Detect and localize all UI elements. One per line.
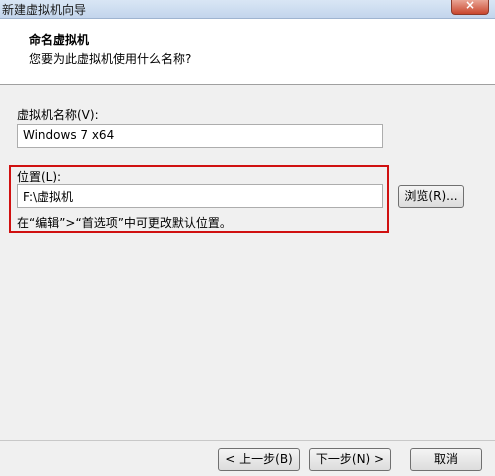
location-input[interactable]: F:\虚拟机 xyxy=(17,184,383,208)
next-button[interactable]: 下一步(N) > xyxy=(309,448,391,471)
close-icon: × xyxy=(464,0,476,12)
vm-name-input[interactable]: Windows 7 x64 xyxy=(17,124,383,148)
back-button[interactable]: < 上一步(B) xyxy=(218,448,300,471)
vm-name-label: 虚拟机名称(V): xyxy=(17,108,99,122)
location-hint: 在“编辑”>“首选项”中可更改默认位置。 xyxy=(17,216,232,230)
cancel-button[interactable]: 取消 xyxy=(410,448,482,471)
wizard-header: 命名虚拟机 您要为此虚拟机使用什么名称? xyxy=(0,19,495,85)
close-button[interactable]: × xyxy=(451,0,489,15)
page-subtitle: 您要为此虚拟机使用什么名称? xyxy=(29,52,192,66)
page-title: 命名虚拟机 xyxy=(29,33,90,47)
title-bar: 新建虚拟机向导 × xyxy=(0,0,495,19)
window-title: 新建虚拟机向导 xyxy=(2,3,87,17)
location-label: 位置(L): xyxy=(17,170,62,184)
browse-button[interactable]: 浏览(R)... xyxy=(398,185,464,208)
